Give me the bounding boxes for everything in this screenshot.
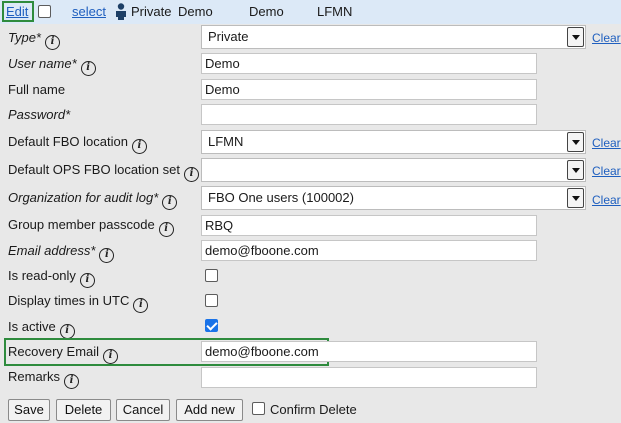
record-toolbar: Edit select Private Demo Demo LFMN: [0, 0, 621, 24]
is-active-checkbox[interactable]: [205, 319, 218, 332]
default-fbo-location-clear-link[interactable]: Clear: [592, 136, 621, 150]
default-ops-fbo-location-set-select[interactable]: [201, 158, 586, 182]
record-type: Private: [131, 4, 172, 19]
default-fbo-location-value: LFMN: [208, 134, 244, 149]
remarks-input[interactable]: [201, 367, 537, 388]
display-times-in-utc-checkbox[interactable]: [205, 294, 218, 307]
organization-for-audit-log-clear-link[interactable]: Clear: [592, 193, 621, 207]
info-icon[interactable]: i: [45, 35, 60, 50]
cancel-button[interactable]: Cancel: [116, 399, 170, 421]
is-active-label: Is active i: [8, 317, 75, 339]
select-link[interactable]: select: [72, 4, 106, 20]
default-ops-fbo-location-set-label: Default OPS FBO location set i: [8, 160, 199, 182]
remarks-label: Remarks i: [8, 367, 80, 389]
display-times-in-utc-label: Display times in UTC i: [8, 291, 149, 313]
is-read-only-checkbox[interactable]: [205, 269, 218, 282]
user-icon: [116, 3, 126, 20]
email-address-input[interactable]: demo@fboone.com: [201, 240, 537, 261]
user-name-label: User name* i: [8, 54, 96, 76]
user-name-input[interactable]: Demo: [201, 53, 537, 74]
organization-for-audit-log-label: Organization for audit log* i: [8, 188, 178, 210]
record-name: Demo: [178, 4, 213, 19]
default-fbo-location-label: Default FBO location i: [8, 132, 147, 154]
info-icon[interactable]: i: [79, 273, 95, 288]
type-clear-link[interactable]: Clear: [592, 31, 621, 45]
default-ops-fbo-location-set-clear-link[interactable]: Clear: [592, 164, 621, 178]
row-select-checkbox[interactable]: [38, 5, 51, 18]
info-icon[interactable]: i: [158, 222, 174, 237]
chevron-down-icon[interactable]: [567, 188, 584, 208]
record-user: Demo: [249, 4, 284, 19]
edit-link[interactable]: Edit: [2, 1, 34, 22]
info-icon[interactable]: i: [59, 324, 75, 339]
type-select-value: Private: [208, 29, 249, 44]
type-select[interactable]: Private: [201, 25, 586, 49]
save-button[interactable]: Save: [8, 399, 50, 421]
confirm-delete-label[interactable]: Confirm Delete: [270, 401, 357, 419]
chevron-down-icon[interactable]: [567, 132, 584, 152]
organization-for-audit-log-select[interactable]: FBO One users (100002): [201, 186, 586, 210]
info-icon[interactable]: i: [183, 167, 199, 182]
is-read-only-label: Is read-only i: [8, 266, 95, 288]
delete-button[interactable]: Delete: [56, 399, 111, 421]
full-name-input[interactable]: Demo: [201, 79, 537, 100]
info-icon[interactable]: i: [133, 298, 149, 313]
group-member-passcode-label: Group member passcode i: [8, 215, 174, 237]
info-icon[interactable]: i: [80, 61, 96, 76]
recovery-email-input[interactable]: demo@fboone.com: [201, 341, 537, 362]
password-input[interactable]: [201, 104, 537, 125]
recovery-email-label: Recovery Email i: [8, 342, 119, 364]
type-label: Type* i: [8, 28, 60, 50]
full-name-label: Full name: [8, 82, 66, 97]
default-fbo-location-select[interactable]: LFMN: [201, 130, 586, 154]
add-new-button[interactable]: Add new: [176, 399, 243, 421]
group-member-passcode-input[interactable]: RBQ: [201, 215, 537, 236]
confirm-delete-checkbox[interactable]: [252, 402, 265, 415]
info-icon[interactable]: i: [64, 374, 80, 389]
password-label: Password*: [8, 107, 71, 122]
chevron-down-icon[interactable]: [567, 160, 584, 180]
chevron-down-icon[interactable]: [567, 27, 584, 47]
email-address-label: Email address* i: [8, 241, 115, 263]
record-location: LFMN: [317, 4, 353, 19]
info-icon[interactable]: i: [99, 248, 115, 263]
info-icon[interactable]: i: [162, 195, 178, 210]
info-icon[interactable]: i: [103, 349, 119, 364]
organization-for-audit-log-value: FBO One users (100002): [208, 190, 354, 205]
info-icon[interactable]: i: [131, 139, 147, 154]
